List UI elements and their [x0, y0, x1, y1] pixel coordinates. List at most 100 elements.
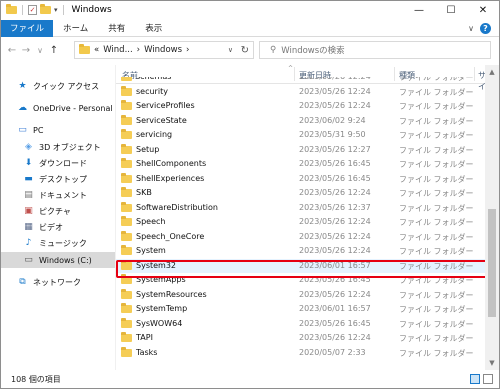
back-arrow-icon[interactable]: ← [5, 45, 19, 56]
folder-icon [121, 100, 132, 110]
drive-icon: ▭ [24, 255, 33, 265]
folder-icon [121, 346, 132, 357]
address-dropdown-icon[interactable]: ∨ [228, 46, 233, 54]
sidebar-item-desktop[interactable]: ▬ デスクトップ [1, 171, 115, 187]
scroll-down-arrow-icon[interactable]: ▼ [485, 356, 499, 370]
properties-icon[interactable]: ✓ [28, 5, 37, 15]
close-button[interactable]: ✕ [467, 1, 499, 19]
sidebar-item-quick-access[interactable]: ★ クイック アクセス [1, 78, 115, 94]
file-row[interactable]: System 2023/05/26 12:24 ファイル フォルダー [116, 244, 485, 258]
file-row[interactable]: Speech 2023/05/26 12:24 ファイル フォルダー [116, 215, 485, 229]
view-switcher [470, 374, 493, 384]
file-row[interactable]: TAPI 2023/05/26 12:24 ファイル フォルダー [116, 331, 485, 345]
file-row[interactable]: ShellComponents 2023/05/26 16:45 ファイル フォルダ… [116, 157, 485, 171]
file-date: 2023/05/26 12:24 [299, 217, 371, 226]
breadcrumb-overflow[interactable]: « [94, 45, 99, 55]
file-name: TAPI [136, 333, 153, 342]
refresh-icon[interactable]: ↻ [241, 45, 249, 56]
address-bar[interactable]: « Wind... › Windows › ∨ ↻ [74, 41, 254, 59]
sidebar-item-onedrive[interactable]: ☁ OneDrive - Personal [1, 100, 115, 116]
file-type: ファイル フォルダー [399, 305, 474, 314]
file-row[interactable]: ServiceState 2023/06/02 9:24 ファイル フォルダー [116, 114, 485, 128]
file-row[interactable]: Speech_OneCore 2023/05/26 12:24 ファイル フォルダー [116, 230, 485, 244]
sidebar-item-downloads[interactable]: ⬇ ダウンロード [1, 155, 115, 171]
file-row[interactable]: SystemTemp 2023/06/01 16:57 ファイル フォルダー [116, 302, 485, 316]
details-view-icon[interactable] [470, 374, 480, 384]
help-icon[interactable]: ? [480, 22, 491, 34]
file-row[interactable]: SKB 2023/05/26 12:24 ファイル フォルダー [116, 186, 485, 200]
item-count: 108 個の項目 [11, 374, 61, 384]
file-name: SoftwareDistribution [136, 202, 218, 212]
breadcrumb-item[interactable]: Wind... [103, 45, 132, 55]
navigation-pane: ★ クイック アクセス ☁ OneDrive - Personal ▭ PC ◈… [1, 65, 115, 370]
breadcrumb-separator[interactable]: › [186, 45, 189, 55]
sidebar-item-pictures[interactable]: ▣ ピクチャ [1, 203, 115, 219]
tab-share[interactable]: 共有 [98, 20, 135, 37]
search-icon: ⚲ [270, 45, 277, 55]
sidebar-item-label: Windows (C:) [39, 255, 92, 265]
folder-icon [121, 172, 132, 183]
file-row[interactable]: SoftwareDistribution 2023/05/26 12:37 ファイル… [116, 201, 485, 215]
recent-locations-icon[interactable]: ∨ [33, 46, 47, 55]
document-icon: ▤ [24, 190, 33, 200]
minimize-button[interactable]: — [403, 1, 435, 19]
chevron-down-icon[interactable]: ∨ [468, 24, 474, 33]
file-date: 2023/05/26 16:45 [299, 159, 371, 168]
breadcrumb-item[interactable]: Windows [144, 45, 182, 55]
file-row[interactable]: Tasks 2020/05/07 2:33 ファイル フォルダー [116, 346, 485, 360]
address-row: ← → ∨ ↑ « Wind... › Windows › ∨ ↻ ⚲ Wind… [1, 38, 499, 62]
sidebar-item-pc[interactable]: ▭ PC [1, 122, 115, 138]
up-arrow-icon[interactable]: ↑ [47, 45, 61, 56]
tab-home[interactable]: ホーム [53, 20, 98, 37]
search-placeholder: Windowsの検索 [281, 46, 345, 56]
scroll-up-arrow-icon[interactable]: ▲ [485, 65, 499, 79]
forward-arrow-icon[interactable]: → [19, 45, 33, 56]
sidebar-item-documents[interactable]: ▤ ドキュメント [1, 187, 115, 203]
folder-icon [121, 85, 132, 96]
sidebar-item-label: ミュージック [39, 238, 87, 248]
sidebar-item-network[interactable]: ⧉ ネットワーク [1, 274, 115, 290]
sort-caret-icon: ^ [288, 65, 294, 72]
file-row[interactable]: SystemResources 2023/05/26 12:24 ファイル フォルダ… [116, 288, 485, 302]
large-icons-view-icon[interactable] [483, 374, 493, 384]
ribbon-right: ∨ ? [468, 22, 499, 34]
new-folder-icon[interactable] [40, 4, 51, 14]
customize-toolbar-icon[interactable]: ▾ [54, 6, 58, 14]
file-date: 2023/05/31 9:50 [299, 130, 366, 139]
file-type: ファイル フォルダー [399, 348, 474, 358]
maximize-button[interactable]: ☐ [435, 1, 467, 19]
sidebar-item-drive-c[interactable]: ▭ Windows (C:) [1, 252, 115, 268]
file-row[interactable]: security 2023/05/26 12:24 ファイル フォルダー [116, 85, 485, 99]
file-row[interactable]: servicing 2023/05/31 9:50 ファイル フォルダー [116, 128, 485, 142]
ribbon-tabs: ファイル ホーム 共有 表示 ∨ ? [1, 19, 499, 37]
folder-icon [121, 187, 132, 197]
sidebar-item-3d-objects[interactable]: ◈ 3D オブジェクト [1, 139, 115, 155]
tab-file[interactable]: ファイル [1, 19, 54, 37]
file-name: schemas [136, 77, 171, 81]
cloud-icon: ☁ [18, 103, 27, 113]
title-bar: ✓ ▾ Windows — ☐ ✕ [1, 1, 499, 19]
breadcrumb-separator[interactable]: › [137, 45, 140, 55]
network-icon: ⧉ [19, 277, 26, 287]
file-name: Tasks [136, 347, 158, 357]
folder-icon [121, 245, 132, 255]
sidebar-item-music[interactable]: ♪ ミュージック [1, 235, 115, 251]
sidebar-item-videos[interactable]: ▦ ビデオ [1, 219, 115, 235]
file-name: Speech_OneCore [136, 231, 205, 241]
file-row[interactable]: schemas 2023/05/26 12:24 ファイル フォルダー [116, 77, 485, 84]
sidebar-item-label: 3D オブジェクト [39, 142, 101, 152]
file-row[interactable]: SysWOW64 2023/05/26 16:45 ファイル フォルダー [116, 317, 485, 331]
search-input[interactable]: ⚲ Windowsの検索 [259, 41, 491, 59]
scrollbar-thumb[interactable] [488, 209, 496, 317]
vertical-scrollbar[interactable]: ▲ ▼ [485, 65, 499, 370]
tab-view[interactable]: 表示 [135, 20, 172, 37]
file-row[interactable]: ShellExperiences 2023/05/26 16:45 ファイル フォル… [116, 172, 485, 186]
file-name: servicing [136, 130, 173, 139]
folder-icon [121, 216, 132, 226]
file-date: 2023/05/26 12:24 [299, 231, 371, 241]
folder-icon [79, 44, 90, 54]
separator [22, 5, 23, 15]
file-row[interactable]: Setup 2023/05/26 12:27 ファイル フォルダー [116, 143, 485, 157]
folder-icon [121, 201, 132, 212]
file-row[interactable]: ServiceProfiles 2023/05/26 12:24 ファイル フォルダ… [116, 99, 485, 113]
